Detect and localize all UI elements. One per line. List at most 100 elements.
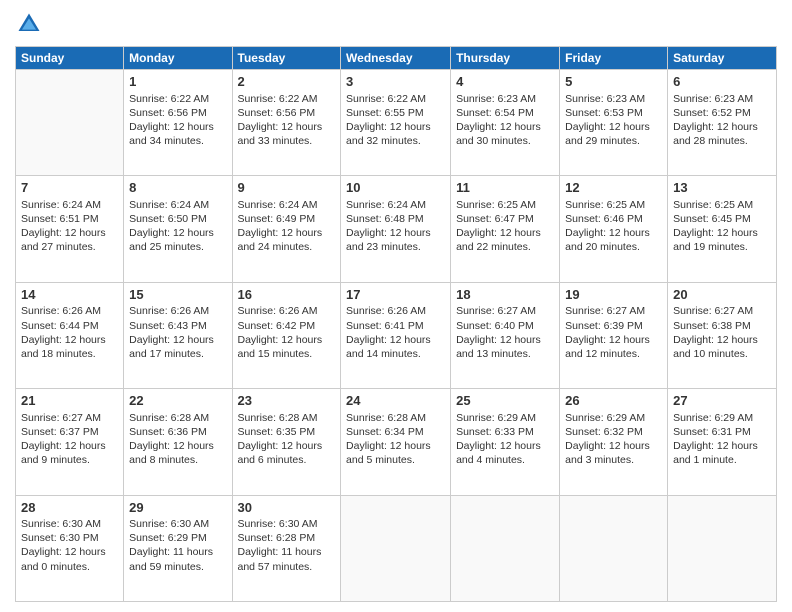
day-number: 24 <box>346 392 445 410</box>
calendar-day-header: Tuesday <box>232 47 341 70</box>
calendar-header-row: SundayMondayTuesdayWednesdayThursdayFrid… <box>16 47 777 70</box>
calendar-cell: 25Sunrise: 6:29 AM Sunset: 6:33 PM Dayli… <box>451 389 560 495</box>
calendar-day-header: Thursday <box>451 47 560 70</box>
day-info: Sunrise: 6:24 AM Sunset: 6:51 PM Dayligh… <box>21 198 118 255</box>
day-info: Sunrise: 6:25 AM Sunset: 6:47 PM Dayligh… <box>456 198 554 255</box>
day-info: Sunrise: 6:24 AM Sunset: 6:49 PM Dayligh… <box>238 198 336 255</box>
day-number: 29 <box>129 499 226 517</box>
day-info: Sunrise: 6:30 AM Sunset: 6:28 PM Dayligh… <box>238 517 336 574</box>
calendar-cell: 3Sunrise: 6:22 AM Sunset: 6:55 PM Daylig… <box>341 70 451 176</box>
calendar-week-row: 14Sunrise: 6:26 AM Sunset: 6:44 PM Dayli… <box>16 282 777 388</box>
calendar-cell: 13Sunrise: 6:25 AM Sunset: 6:45 PM Dayli… <box>668 176 777 282</box>
day-info: Sunrise: 6:26 AM Sunset: 6:42 PM Dayligh… <box>238 304 336 361</box>
day-number: 12 <box>565 179 662 197</box>
day-number: 10 <box>346 179 445 197</box>
logo-icon <box>15 10 43 38</box>
calendar-cell: 24Sunrise: 6:28 AM Sunset: 6:34 PM Dayli… <box>341 389 451 495</box>
calendar-cell: 18Sunrise: 6:27 AM Sunset: 6:40 PM Dayli… <box>451 282 560 388</box>
day-number: 2 <box>238 73 336 91</box>
calendar-cell: 27Sunrise: 6:29 AM Sunset: 6:31 PM Dayli… <box>668 389 777 495</box>
calendar-cell: 12Sunrise: 6:25 AM Sunset: 6:46 PM Dayli… <box>560 176 668 282</box>
calendar-cell: 29Sunrise: 6:30 AM Sunset: 6:29 PM Dayli… <box>124 495 232 601</box>
calendar-cell: 30Sunrise: 6:30 AM Sunset: 6:28 PM Dayli… <box>232 495 341 601</box>
header <box>15 10 777 38</box>
day-info: Sunrise: 6:23 AM Sunset: 6:54 PM Dayligh… <box>456 92 554 149</box>
day-info: Sunrise: 6:24 AM Sunset: 6:50 PM Dayligh… <box>129 198 226 255</box>
day-number: 4 <box>456 73 554 91</box>
calendar-day-header: Wednesday <box>341 47 451 70</box>
day-info: Sunrise: 6:23 AM Sunset: 6:52 PM Dayligh… <box>673 92 771 149</box>
calendar-cell: 19Sunrise: 6:27 AM Sunset: 6:39 PM Dayli… <box>560 282 668 388</box>
day-number: 6 <box>673 73 771 91</box>
calendar-cell: 21Sunrise: 6:27 AM Sunset: 6:37 PM Dayli… <box>16 389 124 495</box>
day-info: Sunrise: 6:25 AM Sunset: 6:46 PM Dayligh… <box>565 198 662 255</box>
day-info: Sunrise: 6:26 AM Sunset: 6:43 PM Dayligh… <box>129 304 226 361</box>
day-info: Sunrise: 6:27 AM Sunset: 6:39 PM Dayligh… <box>565 304 662 361</box>
calendar-cell: 26Sunrise: 6:29 AM Sunset: 6:32 PM Dayli… <box>560 389 668 495</box>
day-info: Sunrise: 6:28 AM Sunset: 6:35 PM Dayligh… <box>238 411 336 468</box>
day-number: 16 <box>238 286 336 304</box>
calendar-cell: 9Sunrise: 6:24 AM Sunset: 6:49 PM Daylig… <box>232 176 341 282</box>
day-info: Sunrise: 6:28 AM Sunset: 6:34 PM Dayligh… <box>346 411 445 468</box>
day-number: 13 <box>673 179 771 197</box>
day-info: Sunrise: 6:22 AM Sunset: 6:55 PM Dayligh… <box>346 92 445 149</box>
calendar-week-row: 7Sunrise: 6:24 AM Sunset: 6:51 PM Daylig… <box>16 176 777 282</box>
day-number: 9 <box>238 179 336 197</box>
calendar-cell: 4Sunrise: 6:23 AM Sunset: 6:54 PM Daylig… <box>451 70 560 176</box>
calendar-cell: 22Sunrise: 6:28 AM Sunset: 6:36 PM Dayli… <box>124 389 232 495</box>
calendar-cell <box>16 70 124 176</box>
day-info: Sunrise: 6:29 AM Sunset: 6:33 PM Dayligh… <box>456 411 554 468</box>
calendar-cell: 1Sunrise: 6:22 AM Sunset: 6:56 PM Daylig… <box>124 70 232 176</box>
calendar-cell: 23Sunrise: 6:28 AM Sunset: 6:35 PM Dayli… <box>232 389 341 495</box>
day-info: Sunrise: 6:27 AM Sunset: 6:37 PM Dayligh… <box>21 411 118 468</box>
page: SundayMondayTuesdayWednesdayThursdayFrid… <box>0 0 792 612</box>
day-number: 5 <box>565 73 662 91</box>
day-info: Sunrise: 6:30 AM Sunset: 6:29 PM Dayligh… <box>129 517 226 574</box>
calendar-cell: 2Sunrise: 6:22 AM Sunset: 6:56 PM Daylig… <box>232 70 341 176</box>
day-number: 18 <box>456 286 554 304</box>
day-number: 7 <box>21 179 118 197</box>
day-info: Sunrise: 6:22 AM Sunset: 6:56 PM Dayligh… <box>238 92 336 149</box>
calendar-cell: 17Sunrise: 6:26 AM Sunset: 6:41 PM Dayli… <box>341 282 451 388</box>
day-info: Sunrise: 6:25 AM Sunset: 6:45 PM Dayligh… <box>673 198 771 255</box>
calendar-cell: 11Sunrise: 6:25 AM Sunset: 6:47 PM Dayli… <box>451 176 560 282</box>
day-number: 25 <box>456 392 554 410</box>
calendar-cell: 6Sunrise: 6:23 AM Sunset: 6:52 PM Daylig… <box>668 70 777 176</box>
day-info: Sunrise: 6:29 AM Sunset: 6:31 PM Dayligh… <box>673 411 771 468</box>
day-info: Sunrise: 6:30 AM Sunset: 6:30 PM Dayligh… <box>21 517 118 574</box>
calendar-week-row: 1Sunrise: 6:22 AM Sunset: 6:56 PM Daylig… <box>16 70 777 176</box>
day-info: Sunrise: 6:27 AM Sunset: 6:40 PM Dayligh… <box>456 304 554 361</box>
calendar-week-row: 28Sunrise: 6:30 AM Sunset: 6:30 PM Dayli… <box>16 495 777 601</box>
calendar-table: SundayMondayTuesdayWednesdayThursdayFrid… <box>15 46 777 602</box>
calendar-cell <box>451 495 560 601</box>
calendar-cell: 20Sunrise: 6:27 AM Sunset: 6:38 PM Dayli… <box>668 282 777 388</box>
day-info: Sunrise: 6:28 AM Sunset: 6:36 PM Dayligh… <box>129 411 226 468</box>
calendar-day-header: Monday <box>124 47 232 70</box>
calendar-day-header: Friday <box>560 47 668 70</box>
day-number: 17 <box>346 286 445 304</box>
day-number: 3 <box>346 73 445 91</box>
calendar-cell: 15Sunrise: 6:26 AM Sunset: 6:43 PM Dayli… <box>124 282 232 388</box>
calendar-cell: 7Sunrise: 6:24 AM Sunset: 6:51 PM Daylig… <box>16 176 124 282</box>
day-number: 21 <box>21 392 118 410</box>
calendar-cell: 16Sunrise: 6:26 AM Sunset: 6:42 PM Dayli… <box>232 282 341 388</box>
day-number: 28 <box>21 499 118 517</box>
day-number: 23 <box>238 392 336 410</box>
day-info: Sunrise: 6:29 AM Sunset: 6:32 PM Dayligh… <box>565 411 662 468</box>
calendar-week-row: 21Sunrise: 6:27 AM Sunset: 6:37 PM Dayli… <box>16 389 777 495</box>
day-number: 15 <box>129 286 226 304</box>
calendar-cell <box>341 495 451 601</box>
calendar-cell <box>668 495 777 601</box>
calendar-cell: 5Sunrise: 6:23 AM Sunset: 6:53 PM Daylig… <box>560 70 668 176</box>
calendar-cell: 28Sunrise: 6:30 AM Sunset: 6:30 PM Dayli… <box>16 495 124 601</box>
calendar-cell <box>560 495 668 601</box>
logo <box>15 10 47 38</box>
day-number: 27 <box>673 392 771 410</box>
calendar-cell: 8Sunrise: 6:24 AM Sunset: 6:50 PM Daylig… <box>124 176 232 282</box>
day-info: Sunrise: 6:23 AM Sunset: 6:53 PM Dayligh… <box>565 92 662 149</box>
day-number: 11 <box>456 179 554 197</box>
day-info: Sunrise: 6:26 AM Sunset: 6:41 PM Dayligh… <box>346 304 445 361</box>
day-info: Sunrise: 6:22 AM Sunset: 6:56 PM Dayligh… <box>129 92 226 149</box>
day-info: Sunrise: 6:24 AM Sunset: 6:48 PM Dayligh… <box>346 198 445 255</box>
day-number: 19 <box>565 286 662 304</box>
